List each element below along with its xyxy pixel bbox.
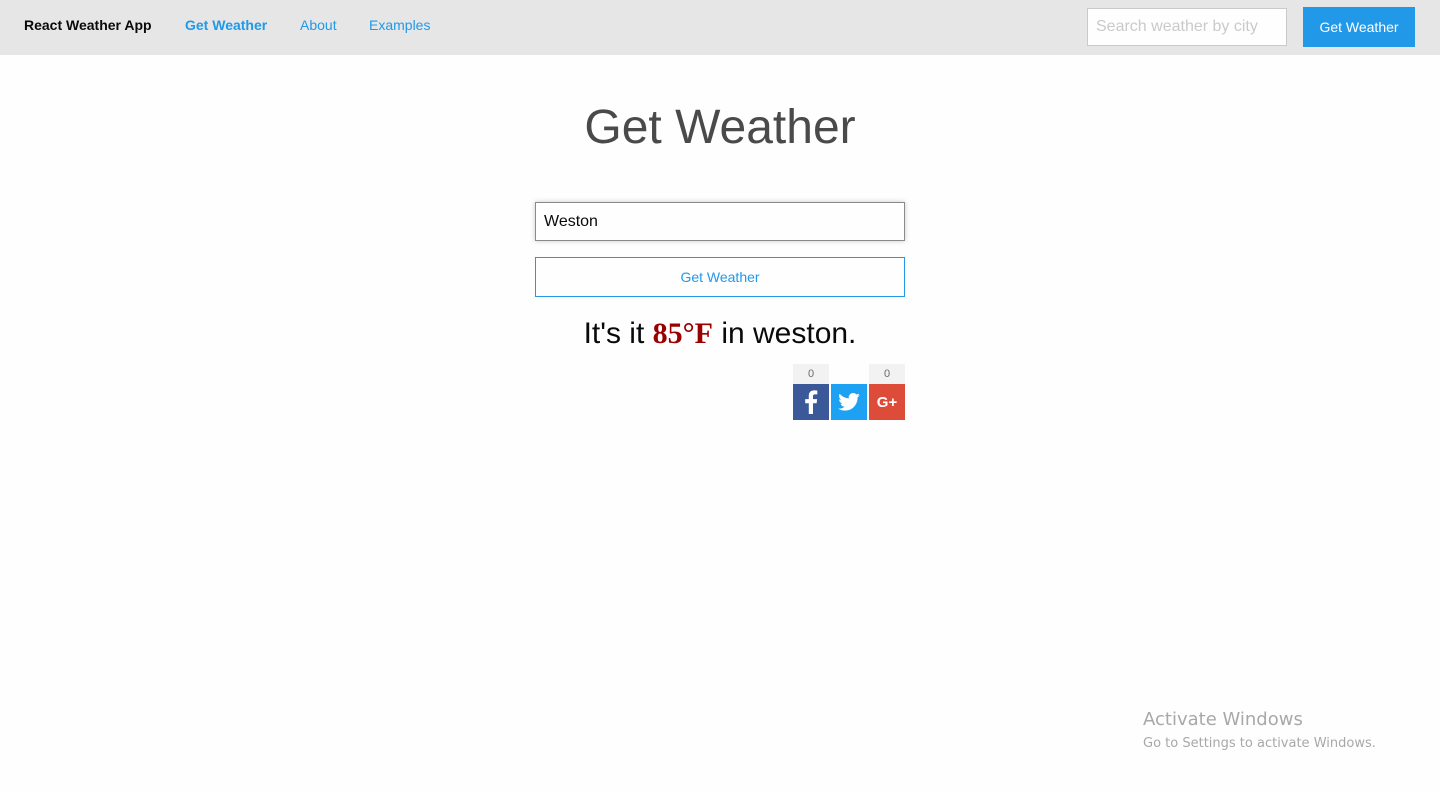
watermark-title: Activate Windows — [1143, 709, 1303, 730]
result-suffix: in weston. — [712, 317, 857, 350]
get-weather-button[interactable]: Get Weather — [535, 257, 905, 297]
city-input[interactable] — [535, 202, 905, 241]
nav-link-about[interactable]: About — [300, 17, 337, 33]
google-plus-icon: G+ — [876, 393, 898, 411]
twitter-share-button[interactable] — [831, 384, 867, 420]
windows-activation-watermark: Activate Windows Go to Settings to activ… — [1143, 709, 1376, 753]
facebook-share-count: 0 — [793, 364, 829, 384]
page-title: Get Weather — [584, 101, 856, 154]
app-brand: React Weather App — [24, 17, 152, 33]
google-plus-share-count: 0 — [869, 364, 905, 384]
facebook-icon — [805, 390, 818, 414]
temperature-value: 85°F — [652, 317, 713, 350]
nav-link-examples[interactable]: Examples — [369, 17, 430, 33]
twitter-icon — [838, 393, 860, 411]
top-get-weather-button[interactable]: Get Weather — [1303, 7, 1415, 47]
weather-result: It's it 85°F in weston. — [0, 316, 1440, 352]
nav-link-get-weather[interactable]: Get Weather — [185, 17, 267, 33]
facebook-share-button[interactable] — [793, 384, 829, 420]
watermark-subtitle: Go to Settings to activate Windows. — [1143, 736, 1376, 751]
top-bar: React Weather App Get Weather About Exam… — [0, 0, 1440, 55]
city-search-input[interactable] — [1087, 8, 1287, 46]
result-prefix: It's it — [583, 317, 653, 350]
google-plus-share-button[interactable]: G+ — [869, 384, 905, 420]
